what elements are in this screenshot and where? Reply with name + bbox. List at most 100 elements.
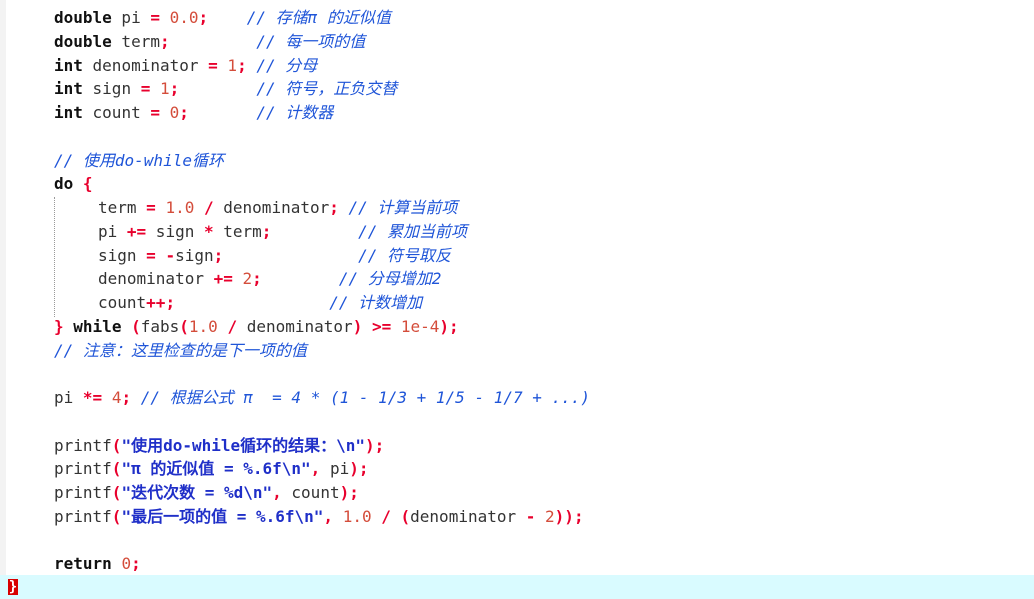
code-token: double xyxy=(54,8,112,27)
code-token: printf xyxy=(54,506,112,526)
code-line[interactable]: term = 1.0 / denominator; // 计算当前项 xyxy=(54,196,1034,220)
code-line[interactable]: printf("使用do-while循环的结果：\n"); xyxy=(54,434,1034,458)
code-token: sign xyxy=(82,79,141,99)
code-token: sign xyxy=(146,221,204,241)
code-token: ; xyxy=(169,79,180,99)
code-token: int xyxy=(54,55,83,75)
code-token: pi xyxy=(54,388,83,407)
code-token: printf xyxy=(54,483,112,502)
code-token: // 每一项的值 xyxy=(169,31,366,51)
code-line[interactable]: // 使用do-while循环 xyxy=(54,149,1034,173)
code-token: ; xyxy=(159,31,170,51)
code-token: // 分母增加2 xyxy=(261,269,442,289)
code-line[interactable]: printf("最后一项的值 = %.6f\n", 1.0 / (denomin… xyxy=(54,505,1034,529)
code-token: ; xyxy=(131,554,141,574)
code-line[interactable]: count++; // 计数增加 xyxy=(54,291,1034,315)
code-line[interactable] xyxy=(54,410,1034,434)
code-token: // 符号取反 xyxy=(223,245,452,265)
code-line[interactable]: return 0; xyxy=(54,552,1034,576)
code-token: - xyxy=(165,245,176,265)
code-token: ++; xyxy=(146,293,176,312)
code-token: 0.0 xyxy=(169,8,199,27)
code-token: count xyxy=(281,483,340,502)
code-token: term xyxy=(111,31,160,51)
code-token: ; xyxy=(237,55,247,75)
code-token: term xyxy=(213,221,262,241)
code-token: sign xyxy=(175,245,214,265)
code-token: pi xyxy=(98,221,127,241)
code-token: int xyxy=(54,103,83,122)
code-token: += xyxy=(213,269,233,289)
code-token: 1.0 xyxy=(342,506,372,526)
code-line[interactable]: sign = -sign; // 符号取反 xyxy=(54,244,1034,268)
code-token: denominator xyxy=(410,506,526,526)
code-line[interactable]: // 注意：这里检查的是下一项的值 xyxy=(54,339,1034,363)
code-token: = xyxy=(208,55,218,75)
code-line[interactable]: do { xyxy=(54,172,1034,196)
code-token: , xyxy=(323,506,334,526)
code-token: // 注意：这里检查的是下一项的值 xyxy=(54,340,307,360)
code-token: ( xyxy=(111,483,122,502)
code-token: count xyxy=(82,103,151,122)
code-editor[interactable]: double pi = 0.0; // 存储π 的近似值 double term;… xyxy=(54,6,1034,576)
code-line[interactable] xyxy=(54,125,1034,149)
code-token: // 符号，正负交替 xyxy=(179,79,398,99)
code-token: ( xyxy=(111,459,122,479)
code-token: ( xyxy=(111,435,122,455)
closing-brace-marker[interactable]: } xyxy=(8,579,18,595)
code-token: 0 xyxy=(169,103,180,122)
code-token: ) xyxy=(352,316,363,336)
code-line[interactable]: int denominator = 1; // 分母 xyxy=(54,54,1034,78)
code-token: = xyxy=(146,198,156,217)
code-line[interactable]: int count = 0; // 计数器 xyxy=(54,101,1034,125)
code-token: 0 xyxy=(121,554,132,574)
code-token: += xyxy=(126,221,147,241)
code-token: ; xyxy=(213,245,224,265)
code-token: // 存储π 的近似值 xyxy=(208,8,391,27)
code-token: ; xyxy=(179,103,189,122)
code-line[interactable]: printf("π 的近似值 = %.6f\n", pi); xyxy=(54,457,1034,481)
code-token: / xyxy=(381,506,391,526)
code-line[interactable]: double pi = 0.0; // 存储π 的近似值 xyxy=(54,6,1034,30)
code-token: 1.0 xyxy=(165,198,195,217)
code-line[interactable]: printf("迭代次数 = %d\n", count); xyxy=(54,481,1034,505)
code-token: "使用do-while循环的结果：\n" xyxy=(121,435,366,455)
code-line[interactable] xyxy=(54,529,1034,553)
code-token: = xyxy=(146,245,156,265)
current-line-highlight xyxy=(0,575,1034,599)
code-token: 4 xyxy=(111,388,122,407)
code-line[interactable]: denominator += 2; // 分母增加2 xyxy=(54,267,1034,291)
code-line[interactable]: pi *= 4; // 根据公式 π = 4 * (1 - 1/3 + 1/5 … xyxy=(54,386,1034,410)
code-token: "最后一项的值 = %.6f\n" xyxy=(121,506,324,526)
code-token: ( xyxy=(111,506,122,526)
code-token: pi xyxy=(111,8,151,27)
code-token: 1.0 xyxy=(188,316,218,336)
code-token: ; xyxy=(121,388,132,407)
code-line[interactable]: pi += sign * term; // 累加当前项 xyxy=(54,220,1034,244)
code-token: return xyxy=(54,554,112,574)
code-token: // 计数增加 xyxy=(175,293,423,312)
code-line[interactable] xyxy=(54,362,1034,386)
code-token: 2 xyxy=(242,269,253,289)
code-token: / xyxy=(204,198,214,217)
code-token: ); xyxy=(365,435,385,455)
code-token: denominator xyxy=(98,269,214,289)
code-token: ; xyxy=(261,221,272,241)
code-token: = xyxy=(140,79,151,99)
code-line[interactable]: int sign = 1; // 符号，正负交替 xyxy=(54,77,1034,101)
code-line[interactable]: double term; // 每一项的值 xyxy=(54,30,1034,54)
code-line[interactable]: } while (fabs(1.0 / denominator) >= 1e-4… xyxy=(54,315,1034,339)
code-token: - xyxy=(525,506,536,526)
